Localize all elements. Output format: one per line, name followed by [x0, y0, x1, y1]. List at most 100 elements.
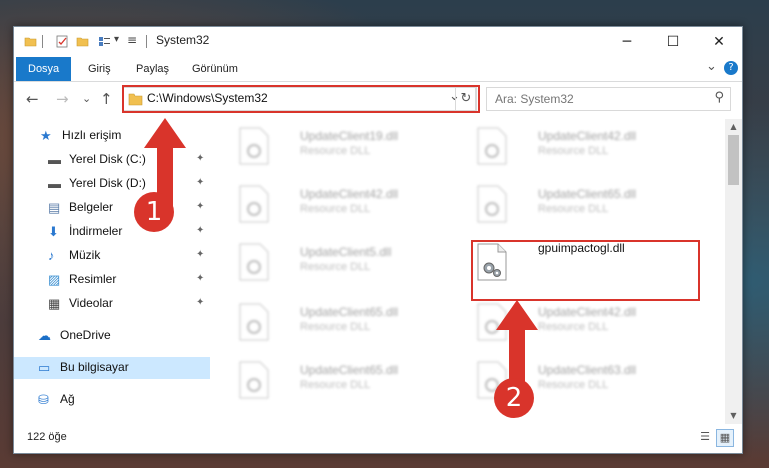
sidebar-item-label: Resimler [69, 272, 117, 286]
network-icon: ⛁ [38, 392, 49, 407]
recent-locations-button[interactable]: ⌄ [82, 92, 91, 105]
dll-file-icon [477, 127, 507, 165]
tab-home[interactable]: Giriş [88, 57, 111, 81]
item-count: 122 öğe [27, 431, 67, 443]
file-name: UpdateClient5.dll [300, 245, 392, 259]
sidebar-item-network[interactable]: ⛁ Ağ [14, 389, 210, 411]
star-icon: ★ [40, 128, 52, 143]
new-folder-icon[interactable] [76, 35, 89, 48]
file-type: Resource DLL [300, 321, 371, 333]
file-type: Resource DLL [300, 145, 371, 157]
search-icon[interactable]: ⚲ [714, 90, 724, 105]
sidebar-item-label: İndirmeler [69, 224, 123, 238]
maximize-button[interactable]: ☐ [650, 27, 696, 57]
sidebar-item-label: Yerel Disk (D:) [69, 176, 146, 190]
sidebar-item-label: Videolar [69, 296, 113, 310]
vertical-scrollbar[interactable]: ▲ ▼ [725, 119, 742, 424]
sidebar-item-downloads[interactable]: ⬇ İndirmeler ✦ [14, 221, 210, 243]
sidebar-item-label: OneDrive [60, 328, 111, 342]
file-type: Resource DLL [538, 321, 609, 333]
pictures-icon: ▨ [48, 272, 61, 287]
dll-file-icon [239, 127, 269, 165]
details-view-icon[interactable]: ☰ [697, 429, 713, 445]
chevron-down-icon[interactable]: ▾ [114, 34, 119, 45]
file-type: Resource DLL [300, 261, 371, 273]
tab-file[interactable]: Dosya [16, 57, 72, 81]
cloud-icon: ☁ [38, 328, 51, 343]
file-item[interactable]: UpdateClient65.dll Resource DLL [232, 357, 452, 409]
file-item[interactable]: UpdateClient65.dll Resource DLL [232, 299, 452, 351]
status-bar: 122 öğe ☰ ▦ [14, 425, 742, 453]
file-name: UpdateClient42.dll [538, 305, 637, 319]
computer-icon: ▭ [38, 360, 51, 375]
tab-view[interactable]: Görünüm [192, 57, 238, 81]
divider [146, 35, 147, 48]
file-item[interactable]: UpdateClient42.dll Resource DLL [232, 181, 452, 233]
file-item[interactable]: UpdateClient65.dll Resource DLL [470, 181, 690, 233]
sidebar-item-label: Ağ [60, 392, 75, 406]
file-type: Resource DLL [538, 379, 609, 391]
pin-icon: ✦ [196, 201, 205, 212]
sidebar-item-music[interactable]: ♪ Müzik ✦ [14, 245, 210, 267]
title-bar: ▾ ≡ System32 ─ ☐ ✕ [14, 27, 742, 57]
properties-icon[interactable] [56, 35, 69, 48]
customize-toolbar-icon[interactable] [98, 35, 111, 48]
file-name: UpdateClient19.dll [300, 129, 399, 143]
drive-icon: ▬ [48, 152, 61, 167]
navigation-bar: ← → ⌄ ↑ C:\Windows\System32 ⌄ ↻ ⚲ [14, 82, 742, 116]
sidebar-item-label: Hızlı erişim [62, 128, 122, 142]
pin-icon: ✦ [196, 297, 205, 308]
pin-icon: ✦ [196, 249, 205, 260]
dll-file-icon [239, 243, 269, 281]
step-badge-2: 2 [494, 378, 534, 418]
sidebar-item-label: Müzik [69, 248, 101, 262]
videos-icon: ▦ [48, 296, 61, 311]
search-box[interactable]: ⚲ [486, 87, 731, 111]
file-item[interactable]: UpdateClient5.dll Resource DLL [232, 239, 452, 291]
minimize-button[interactable]: ─ [604, 27, 650, 57]
pin-icon: ✦ [196, 177, 205, 188]
sidebar-item-onedrive[interactable]: ☁ OneDrive [14, 325, 210, 347]
scroll-thumb[interactable] [728, 135, 739, 185]
sidebar-item-label: Yerel Disk (C:) [69, 152, 146, 166]
highlight-target-file [471, 240, 700, 301]
large-icons-view-icon[interactable]: ▦ [716, 429, 734, 447]
divider [42, 35, 43, 48]
pin-icon: ✦ [196, 273, 205, 284]
dll-file-icon [239, 303, 269, 341]
file-name: UpdateClient65.dll [300, 305, 399, 319]
download-icon: ⬇ [48, 224, 59, 239]
sidebar-item-pictures[interactable]: ▨ Resimler ✦ [14, 269, 210, 291]
dll-file-icon [477, 185, 507, 223]
arrow-up-icon [496, 300, 538, 390]
documents-icon: ▤ [48, 200, 61, 215]
quick-access-menu-icon[interactable]: ≡ [127, 33, 137, 47]
file-name: UpdateClient65.dll [538, 187, 637, 201]
scroll-down-icon[interactable]: ▼ [725, 411, 742, 420]
sidebar-item-videos[interactable]: ▦ Videolar ✦ [14, 293, 210, 315]
expand-ribbon-icon[interactable]: ⌄ [706, 59, 717, 74]
file-type: Resource DLL [538, 203, 609, 215]
file-item[interactable]: UpdateClient42.dll Resource DLL [470, 123, 690, 175]
file-type: Resource DLL [300, 379, 371, 391]
tab-share[interactable]: Paylaş [136, 57, 169, 81]
pin-icon: ✦ [196, 153, 205, 164]
folder-icon [24, 37, 37, 47]
sidebar-item-label: Belgeler [69, 200, 114, 214]
help-icon[interactable]: ? [724, 61, 738, 75]
step-badge-1: 1 [134, 192, 174, 232]
sidebar-item-this-pc[interactable]: ▭ Bu bilgisayar [14, 357, 210, 379]
scroll-up-icon[interactable]: ▲ [725, 122, 742, 131]
close-button[interactable]: ✕ [696, 27, 742, 57]
ribbon-tabs: Dosya Giriş Paylaş Görünüm ⌄ ? [14, 57, 742, 82]
file-type: Resource DLL [538, 145, 609, 157]
search-input[interactable] [487, 88, 697, 110]
file-type: Resource DLL [300, 203, 371, 215]
window-title: System32 [156, 33, 210, 47]
file-name: UpdateClient63.dll [538, 363, 637, 377]
back-button[interactable]: ← [26, 90, 39, 108]
up-button[interactable]: ↑ [100, 90, 113, 108]
forward-button[interactable]: → [56, 90, 69, 108]
file-item[interactable]: UpdateClient19.dll Resource DLL [232, 123, 452, 175]
drive-icon: ▬ [48, 176, 61, 191]
